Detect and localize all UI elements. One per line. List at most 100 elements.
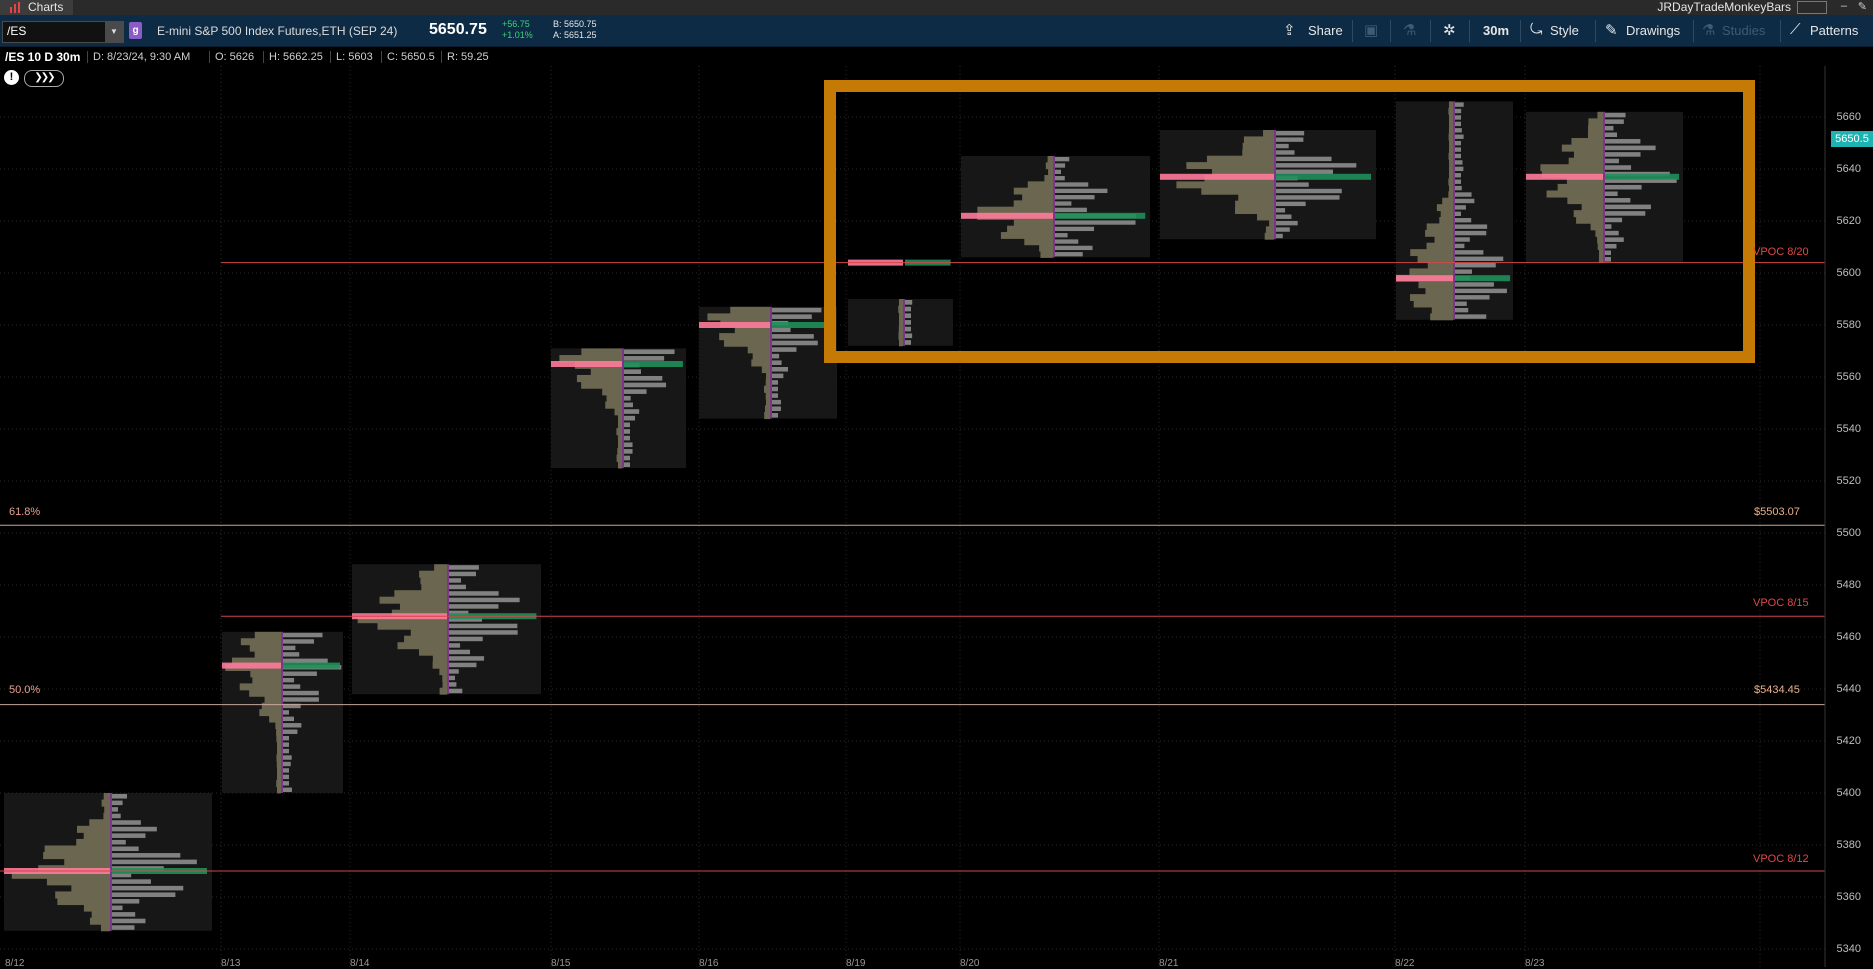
tpo-poc-row <box>1605 173 1680 180</box>
volume-profile-bar <box>730 306 770 314</box>
alert-icon[interactable]: ! <box>4 70 19 85</box>
share-button[interactable]: Share <box>1308 23 1343 38</box>
flask-icon[interactable]: ⚗ <box>1403 21 1416 39</box>
volume-profile-bar <box>898 332 903 340</box>
volume-profile-bar <box>277 786 281 794</box>
volume-profile-bar <box>1186 162 1274 170</box>
timeframe-button[interactable]: 30m <box>1483 23 1509 38</box>
tpo-letters <box>112 826 157 832</box>
tpo-poc-row <box>624 361 683 367</box>
volume-profile-bar <box>1263 130 1274 137</box>
volume-profile-bar <box>761 365 770 374</box>
style-button[interactable]: Style <box>1550 23 1579 38</box>
drawings-icon: ✎ <box>1605 22 1618 39</box>
drawings-button[interactable]: Drawings <box>1626 23 1680 38</box>
volume-profile-bar <box>764 405 770 413</box>
gear-icon[interactable]: ✲ <box>1443 21 1456 39</box>
symbol-input[interactable]: /ES ▼ <box>2 21 124 43</box>
volume-profile-bar <box>899 319 903 327</box>
tpo-letters <box>1055 163 1066 168</box>
tpo-letters <box>1276 182 1309 187</box>
volume-profile-bar <box>752 352 770 360</box>
symbol-dropdown-icon[interactable]: ▼ <box>105 22 123 42</box>
chat-icon[interactable]: ▣ <box>1364 21 1378 39</box>
chart-canvas[interactable] <box>0 66 1873 967</box>
tpo-letters <box>1055 157 1070 162</box>
tpo-letters <box>449 662 477 668</box>
y-axis-label: 5400 <box>1836 787 1861 799</box>
tpo-letters <box>283 755 292 760</box>
volume-profile-bar <box>1410 249 1453 257</box>
tpo-letters <box>1276 188 1342 194</box>
volume-profile-bar <box>1573 151 1603 159</box>
tpo-letters <box>1276 137 1304 142</box>
tpo-letters <box>1455 147 1461 152</box>
tpo-letters <box>1455 314 1487 319</box>
patterns-button[interactable]: Patterns <box>1810 23 1858 38</box>
x-axis-label: 8/13 <box>221 958 241 969</box>
tpo-letters <box>1455 153 1461 159</box>
vpoc-820-label: VPOC 8/20 <box>1753 246 1809 258</box>
tpo-letters <box>112 846 139 852</box>
volume-profile-bar <box>616 428 622 436</box>
tpo-letters <box>905 340 911 345</box>
volume-profile-bar <box>723 339 770 347</box>
bid-ask: B: 5650.75 A: 5651.25 <box>553 19 597 41</box>
info-divider <box>330 51 331 63</box>
tpo-letters <box>905 320 911 325</box>
tpo-letters <box>1605 204 1651 210</box>
y-axis-label: 5380 <box>1836 839 1861 851</box>
tpo-letters <box>1055 252 1083 257</box>
tpo-letters <box>1276 227 1290 232</box>
pin-icon[interactable]: ✎ <box>1858 0 1867 13</box>
tpo-letters <box>1455 205 1466 210</box>
volume-profile-bar <box>1557 183 1603 191</box>
minimize-icon[interactable]: – <box>1841 0 1847 12</box>
charts-app-tab[interactable]: Charts <box>0 0 74 15</box>
tpo-letters <box>1455 295 1490 300</box>
tpo-letters <box>1455 262 1496 268</box>
chart-toolbar: /ES ▼ g E-mini S&P 500 Index Futures,ETH… <box>0 15 1873 47</box>
symbol-group-icon[interactable]: g <box>129 22 142 39</box>
volume-profile-bar <box>581 381 622 389</box>
tpo-letters <box>112 820 141 825</box>
fib-618-price: $5503.07 <box>1754 506 1800 518</box>
tpo-letters <box>1605 257 1611 262</box>
volume-profile-bar <box>1448 152 1453 160</box>
volume-profile-bar <box>89 819 110 827</box>
volume-profile-bar <box>1242 149 1274 157</box>
volume-profile-bar <box>55 891 110 899</box>
volume-profile-bar <box>765 392 770 400</box>
tpo-letters <box>1276 131 1305 136</box>
info-divider <box>87 51 88 63</box>
tpo-letters <box>1605 191 1618 197</box>
volume-profile-bar <box>57 897 110 906</box>
tpo-letters <box>1455 282 1494 287</box>
volume-profile-bar <box>581 348 622 356</box>
tpo-letters <box>905 326 911 332</box>
volume-profile-bar <box>277 773 281 781</box>
tpo-letters <box>283 716 294 722</box>
fib-618-label: 61.8% <box>9 506 41 518</box>
volume-profile-bar <box>1448 133 1453 141</box>
tpo-letters <box>112 879 151 884</box>
poc-bar <box>699 322 770 328</box>
user-field[interactable] <box>1797 1 1827 14</box>
volume-profile-bar <box>1561 144 1603 152</box>
volume-profile-bar <box>269 715 281 723</box>
volume-profile-bar <box>1235 200 1274 208</box>
poc-bar <box>1396 275 1453 282</box>
volume-profile-bar <box>276 728 281 736</box>
tpo-letters <box>449 578 461 583</box>
studies-button[interactable]: Studies <box>1722 23 1765 38</box>
tpo-letters <box>449 604 499 609</box>
volume-profile-bar <box>1431 306 1453 314</box>
volume-profile-bar <box>1567 197 1603 205</box>
volume-profile-bar <box>1206 155 1274 163</box>
tpo-letters <box>624 429 630 434</box>
expand-arrows-icon[interactable]: ❯❯❯ <box>24 70 64 87</box>
tpo-letters <box>1276 214 1292 219</box>
username-label: JRDayTradeMonkeyBars <box>1657 0 1791 14</box>
toolbar-divider <box>1390 20 1391 42</box>
tpo-letters <box>1605 125 1614 131</box>
